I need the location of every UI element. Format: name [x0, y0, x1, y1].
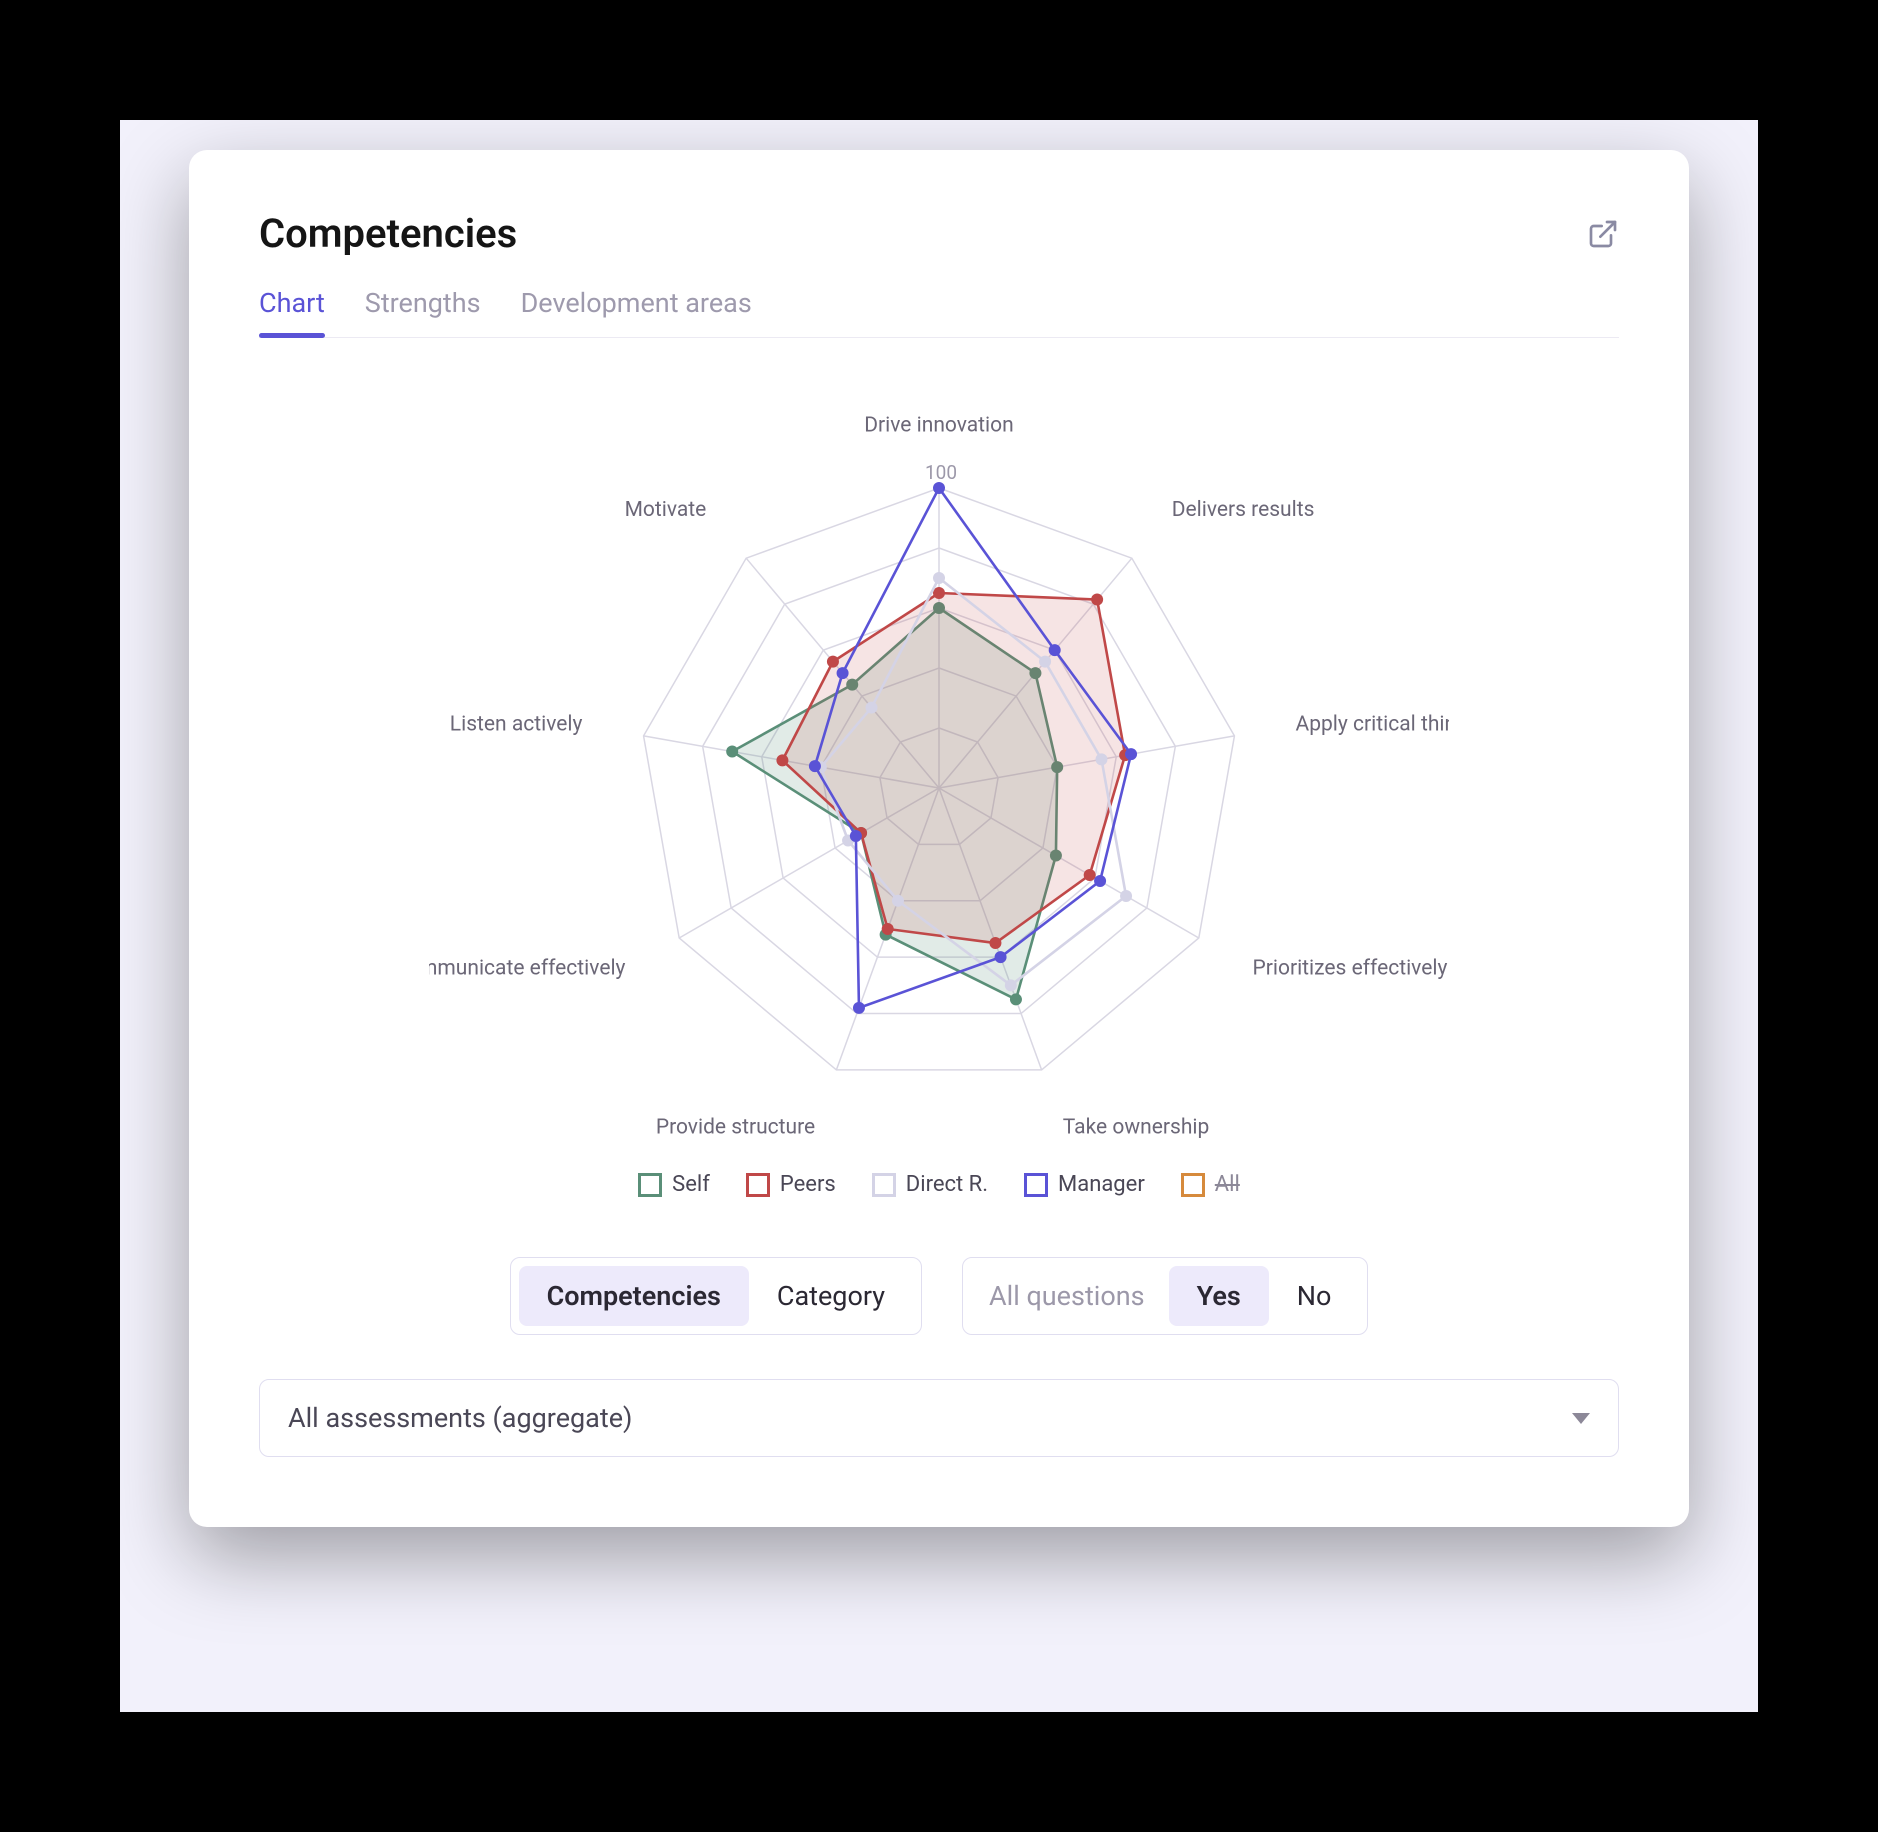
tab-strengths[interactable]: Strengths [365, 287, 481, 337]
svg-text:Drive innovation: Drive innovation [864, 414, 1014, 438]
svg-text:Listen actively: Listen actively [450, 713, 583, 737]
legend-swatch-icon [872, 1173, 896, 1197]
svg-text:Motivate: Motivate [625, 498, 707, 522]
dropdown-selected: All assessments (aggregate) [288, 1402, 632, 1434]
external-link-icon[interactable] [1587, 218, 1619, 250]
tabs: Chart Strengths Development areas [259, 287, 1619, 338]
legend-swatch-icon [638, 1173, 662, 1197]
svg-text:Delivers results: Delivers results [1172, 498, 1315, 522]
view-toggle-category[interactable]: Category [749, 1266, 913, 1326]
svg-text:100: 100 [925, 461, 957, 484]
view-toggle: CompetenciesCategory [510, 1257, 922, 1335]
tab-development-areas[interactable]: Development areas [521, 287, 752, 337]
legend-item-all[interactable]: All [1181, 1172, 1240, 1197]
question-toggle-label: All questions [971, 1266, 1169, 1326]
chevron-down-icon [1572, 1413, 1590, 1424]
assessment-dropdown[interactable]: All assessments (aggregate) [259, 1379, 1619, 1457]
svg-text:Communicate effectively: Communicate effectively [429, 957, 626, 981]
competencies-card: Competencies Chart Strengths Development a… [189, 150, 1689, 1527]
question-toggle-yes[interactable]: Yes [1169, 1266, 1269, 1326]
legend: Self Peers Direct R. Manager All [638, 1172, 1240, 1197]
svg-text:Take ownership: Take ownership [1063, 1116, 1210, 1140]
legend-item-peers[interactable]: Peers [746, 1172, 836, 1197]
question-toggle-group: All questions YesNo [962, 1257, 1368, 1335]
svg-text:Provide structure: Provide structure [656, 1116, 815, 1140]
svg-text:Apply critical thinking: Apply critical thinking [1296, 713, 1449, 737]
legend-item-direct-r-[interactable]: Direct R. [872, 1172, 988, 1197]
radar-chart: 100 Drive innovation Delivers results Apply… [429, 378, 1449, 1158]
legend-item-manager[interactable]: Manager [1024, 1172, 1145, 1197]
legend-swatch-icon [1024, 1173, 1048, 1197]
legend-swatch-icon [746, 1173, 770, 1197]
legend-item-self[interactable]: Self [638, 1172, 710, 1197]
question-toggle-no[interactable]: No [1269, 1266, 1360, 1326]
legend-swatch-icon [1181, 1173, 1205, 1197]
view-toggle-competencies[interactable]: Competencies [519, 1266, 749, 1326]
svg-text:Prioritizes effectively: Prioritizes effectively [1253, 957, 1448, 981]
card-title: Competencies [259, 210, 517, 257]
tab-chart[interactable]: Chart [259, 287, 325, 337]
